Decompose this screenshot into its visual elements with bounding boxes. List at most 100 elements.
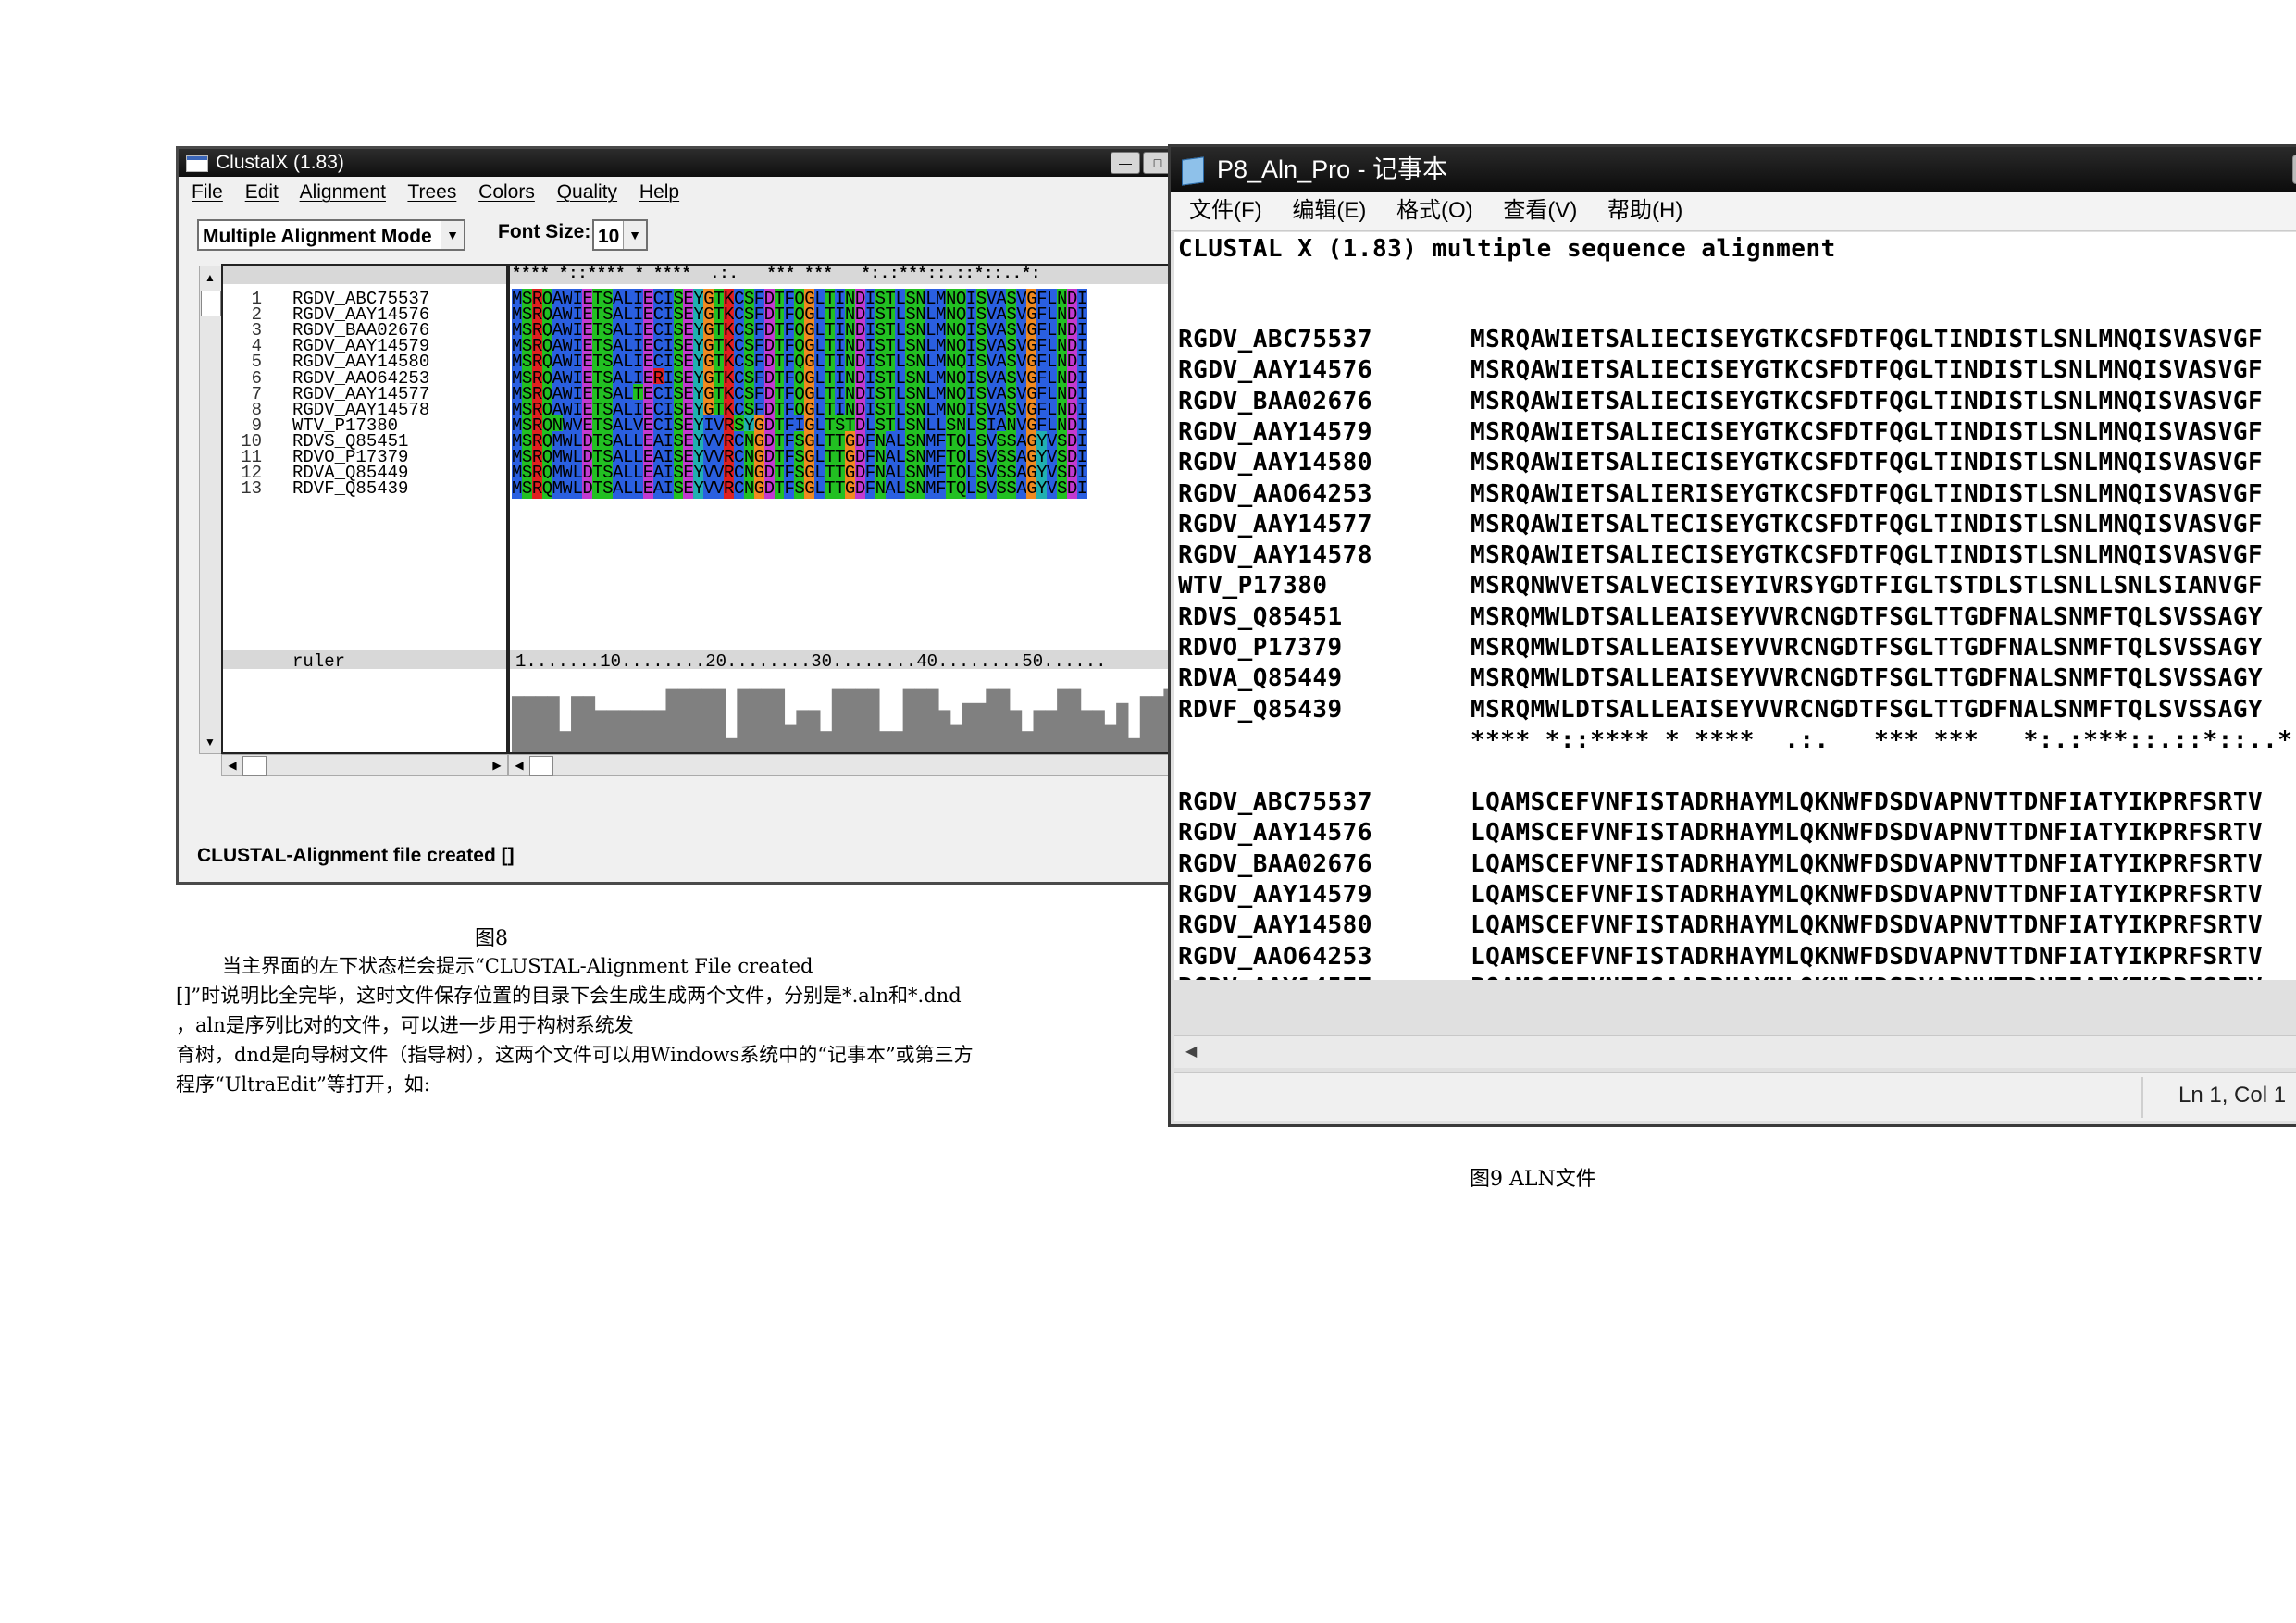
clustalx-toolbar: Multiple Alignment Mode ▼ Font Size: 10 … [179,208,1173,262]
aln-line: RGDV_AAO64253 MSRQAWIETSALIERISEYGTKCSFDT… [1178,479,2263,510]
menu-colors[interactable]: Colors [478,181,535,203]
sequence-pane: **** *::**** * **** .:. *** *** *:.:***:… [508,264,1173,754]
scroll-left-icon[interactable]: ◀ [509,755,529,775]
notepad-text-area[interactable]: CLUSTAL X (1.83) multiple sequence align… [1174,232,2296,980]
notepad-window: P8_Aln_Pro - 记事本 文件(F) 编辑(E) 格式(O) 查看(V)… [1168,144,2296,1127]
aln-sequence-name: RGDV_ABC75537 [1178,326,1372,353]
aln-line: RGDV_ABC75537 LQAMSCEFVNFISTADRHAYMLQKNWF… [1178,787,2263,818]
clustalx-window: ClustalX (1.83) — □ File Edit Alignment T… [176,146,1175,885]
histogram-bar [986,688,999,752]
histogram-bar [819,731,833,752]
font-size-value: 10 [598,226,620,247]
paragraph-line: 育树，dnd是向导树文件（指导树），这两个文件可以用Windows系统中的“记事… [176,1044,974,1066]
menu-edit[interactable]: Edit [245,181,279,203]
aln-line: RGDV_AAY14576 MSRQAWIETSALIECISEYGTKCSFDT… [1178,355,2263,386]
histogram-bar [938,710,951,752]
aln-sequence: MSRQAWIETSALIECISEYGTKCSFDTFQGLTINDISTLS… [1471,356,2264,385]
notepad-horizontal-scrollbar[interactable]: ◀ [1174,1035,2296,1068]
status-bar-text: CLUSTAL-Alignment file created [] [197,845,515,866]
aln-sequence-name: RGDV_AAO64253 [1178,942,1372,971]
alignment-mode-select[interactable]: Multiple Alignment Mode ▼ [197,219,465,251]
menu-view[interactable]: 查看(V) [1503,198,1577,223]
aln-line: RGDV_AAY14579 LQAMSCEFVNFISTADRHAYMLQKNWF… [1178,880,2263,911]
histogram-bar [571,696,584,752]
body-paragraph: 当主界面的左下状态栏会提示“CLUSTAL-Alignment File cre… [176,951,1148,1099]
histogram-bar [855,688,868,752]
scroll-up-icon[interactable]: ▲ [200,266,220,289]
figure-8-caption: 图8 [475,927,508,950]
aln-sequence: LQAMSCEFVNFISTADRHAYMLQKNWFDSDVAPNVTTDNF… [1471,788,2264,816]
scroll-thumb[interactable] [529,756,553,776]
aln-sequence-name: RGDV_AAO64253 [1178,479,1372,508]
histogram-bar [535,696,548,752]
scroll-left-icon[interactable]: ◀ [222,755,242,775]
aln-line: RGDV_BAA02676 LQAMSCEFVNFISTADRHAYMLQKNWF… [1178,849,2263,880]
aln-line: RGDV_ABC75537 MSRQAWIETSALIECISEYGTKCSFDT… [1178,325,2263,355]
menu-file[interactable]: 文件(F) [1189,198,1262,223]
aln-line: RDVO_P17379 MSRQMWLDTSALLEAISEYVVRCNGDTFS… [1178,633,2263,663]
histogram-bar [1127,737,1141,752]
histogram-bar [594,710,607,752]
aln-sequence-name: RGDV_BAA02676 [1178,849,1372,878]
aln-line: RGDV_BAA02676 MSRQAWIETSALIECISEYGTKCSFDT… [1178,387,2263,417]
aln-line: RGDV_AAY14580 LQAMSCEFVNFISTADRHAYMLQKNWF… [1178,911,2263,941]
aln-line: RGDV_AAY14576 LQAMSCEFVNFISTADRHAYMLQKNWF… [1178,818,2263,849]
figure-9-caption: 图9 ALN文件 [1470,1168,1596,1191]
aln-sequence: MSRQAWIETSALIECISEYGTKCSFDTFQGLTINDISTLS… [1471,541,2264,570]
menu-help[interactable]: Help [639,181,679,203]
aln-line: WTV_P17380 MSRQNWVETSALVECISEYIVRSYGDTFIG… [1178,571,2263,601]
clustalx-title: ClustalX (1.83) [216,152,344,173]
aln-sequence: MSRQAWIETSALIECISEYGTKCSFDTFQGLTINDISTLS… [1471,387,2264,415]
names-horizontal-scrollbar[interactable]: ◀ ▶ [221,754,508,776]
clustalx-titlebar: ClustalX (1.83) — □ [179,149,1173,177]
names-header-bar [223,266,506,284]
scroll-left-icon[interactable]: ◀ [1185,1042,1197,1060]
histogram-bar [713,688,726,752]
sequence-row[interactable]: MSRQMWLDTSALLEAISEYVVRCNGDTFSGLTTGDFNALS… [512,478,1087,500]
scroll-down-icon[interactable]: ▼ [200,731,220,753]
aln-sequence-name: RDVF_Q85439 [1178,695,1343,724]
histogram-bar [677,688,690,752]
scroll-thumb[interactable] [201,291,221,316]
histogram-bar [512,696,525,752]
sequence-horizontal-scrollbar[interactable]: ◀ [508,754,1173,776]
font-size-select[interactable]: 10 ▼ [592,219,648,251]
ruler-bar [223,650,506,669]
aln-line: RGDV_AAY14577 PQAMSCEFVNFISAADRHAYMLQKNWF… [1178,973,2263,980]
vertical-scrollbar[interactable]: ▲ ▼ [199,266,223,754]
histogram-bar [998,688,1011,752]
minimize-button[interactable]: — [1111,152,1140,175]
menu-alignment[interactable]: Alignment [300,181,386,203]
quality-histogram [512,688,1173,752]
aln-sequence: LQAMSCEFVNFISTADRHAYMLQKNWFDSDVAPNVTTDNF… [1471,819,2264,848]
aln-sequence-name: RDVA_Q85449 [1178,664,1343,693]
menu-help[interactable]: 帮助(H) [1607,198,1682,223]
aln-sequence: MSRQAWIETSALTECISEYGTKCSFDTFQGLTINDISTLS… [1471,510,2264,539]
window-control-button[interactable] [2292,155,2296,184]
aln-line: RGDV_AAY14578 MSRQAWIETSALIECISEYGTKCSFDT… [1178,540,2263,571]
menu-file[interactable]: File [192,181,223,203]
menu-format[interactable]: 格式(O) [1396,198,1473,223]
menu-trees[interactable]: Trees [407,181,456,203]
aln-line: RGDV_AAY14577 MSRQAWIETSALTECISEYGTKCSFDT… [1178,510,2263,540]
histogram-bar [784,724,797,752]
aln-line: RDVS_Q85451 MSRQMWLDTSALLEAISEYVVRCNGDTFS… [1178,602,2263,633]
histogram-bar [1104,724,1117,752]
histogram-bar [843,688,856,752]
aln-sequence: LQAMSCEFVNFISTADRHAYMLQKNWFDSDVAPNVTTDNF… [1471,849,2264,878]
chevron-down-icon: ▼ [623,221,646,249]
aln-sequence: MSRQAWIETSALIECISEYGTKCSFDTFQGLTINDISTLS… [1471,449,2264,477]
scroll-right-icon[interactable]: ▶ [487,755,507,775]
menu-edit[interactable]: 编辑(E) [1292,198,1366,223]
menu-quality[interactable]: Quality [557,181,617,203]
aln-consensus: **** *::**** * **** .:. *** *** *:.:***:… [1471,725,2296,754]
aln-line: RDVA_Q85449 MSRQMWLDTSALLEAISEYVVRCNGDTFS… [1178,663,2263,694]
scroll-thumb[interactable] [242,756,267,776]
aln-sequence: MSRQAWIETSALIECISEYGTKCSFDTFQGLTINDISTLS… [1471,417,2264,446]
histogram-bar [1021,731,1035,752]
paragraph-line: 当主界面的左下状态栏会提示“CLUSTAL-Alignment File cre… [222,955,813,977]
histogram-bar [618,710,631,752]
notepad-icon [1182,156,1204,186]
aln-sequence-name: RDVS_Q85451 [1178,602,1343,631]
histogram-bar [523,696,537,752]
